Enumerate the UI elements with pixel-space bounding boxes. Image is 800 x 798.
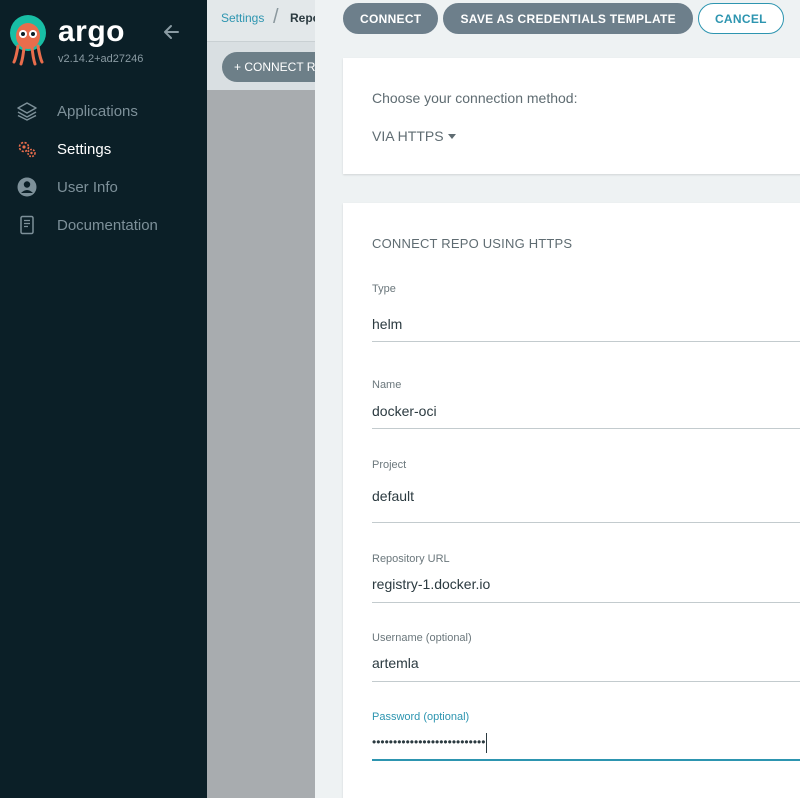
gears-icon [16,138,38,160]
project-label: Project [372,459,407,471]
username-underline [372,681,800,682]
project-value[interactable]: default [372,488,800,510]
password-masked-value: ••••••••••••••••••••••••••• [372,735,486,749]
repository-url-input[interactable] [372,573,800,595]
form-title: CONNECT REPO USING HTTPS [372,236,573,251]
repository-url-label: Repository URL [372,553,450,565]
type-value[interactable]: helm [372,316,800,338]
sidebar-item-label: Documentation [57,216,158,234]
brand-name: argo [58,15,126,48]
name-label: Name [372,379,402,391]
sidebar-item-label: Settings [57,140,112,158]
panel-actions: CONNECT SAVE AS CREDENTIALS TEMPLATE CAN… [343,3,784,34]
connection-method-label: Choose your connection method: [372,90,578,106]
name-underline [372,428,800,429]
password-input[interactable]: ••••••••••••••••••••••••••• [372,731,800,753]
connection-method-dropdown[interactable]: VIA HTTPS [372,128,456,144]
connection-method-value: VIA HTTPS [372,128,444,144]
argo-logo-icon [10,15,46,66]
sidebar-item-label: Applications [57,102,138,120]
toolbar: + CONNECT R [207,42,332,90]
collapse-arrow-icon[interactable] [161,22,181,42]
project-field[interactable]: Project default [372,459,800,523]
type-field[interactable]: Type helm [372,283,800,342]
sidebar-item-applications[interactable]: Applications [0,92,207,130]
cancel-button[interactable]: CANCEL [697,3,784,34]
sidebar-item-user-info[interactable]: User Info [0,168,207,206]
connect-repo-panel: CONNECT SAVE AS CREDENTIALS TEMPLATE CAN… [315,0,800,798]
password-label: Password (optional) [372,711,470,723]
type-underline [372,341,800,342]
text-cursor [486,732,488,753]
sidebar-item-settings[interactable]: Settings [0,130,207,168]
project-underline [372,522,800,523]
connect-button[interactable]: CONNECT [343,3,439,34]
sidebar-item-label: User Info [57,178,118,196]
username-field[interactable]: Username (optional) [372,632,800,682]
type-label: Type [372,283,396,295]
connection-method-card: Choose your connection method: VIA HTTPS [343,58,800,174]
caret-down-icon [447,134,456,139]
version-label: v2.14.2+ad27246 [58,53,144,65]
name-field[interactable]: Name [372,379,800,429]
sidebar-nav: Applications Settings User Info Document… [0,92,207,244]
breadcrumb-separator: / [273,6,279,28]
password-underline [372,759,800,761]
username-label: Username (optional) [372,632,472,644]
repository-url-field[interactable]: Repository URL [372,553,800,603]
sidebar: argo v2.14.2+ad27246 Applications Settin… [0,0,207,798]
book-icon [16,214,38,236]
breadcrumb: Settings / Repo [207,0,320,42]
breadcrumb-settings-link[interactable]: Settings [221,11,264,25]
sidebar-item-documentation[interactable]: Documentation [0,206,207,244]
save-credentials-template-button[interactable]: SAVE AS CREDENTIALS TEMPLATE [443,3,693,34]
username-input[interactable] [372,652,800,674]
repo-form-card: CONNECT REPO USING HTTPS Type helm Name … [343,203,800,798]
repository-url-underline [372,602,800,603]
layers-icon [16,100,38,122]
user-icon [16,176,38,198]
name-input[interactable] [372,400,800,422]
password-field[interactable]: Password (optional) ••••••••••••••••••••… [372,711,800,761]
